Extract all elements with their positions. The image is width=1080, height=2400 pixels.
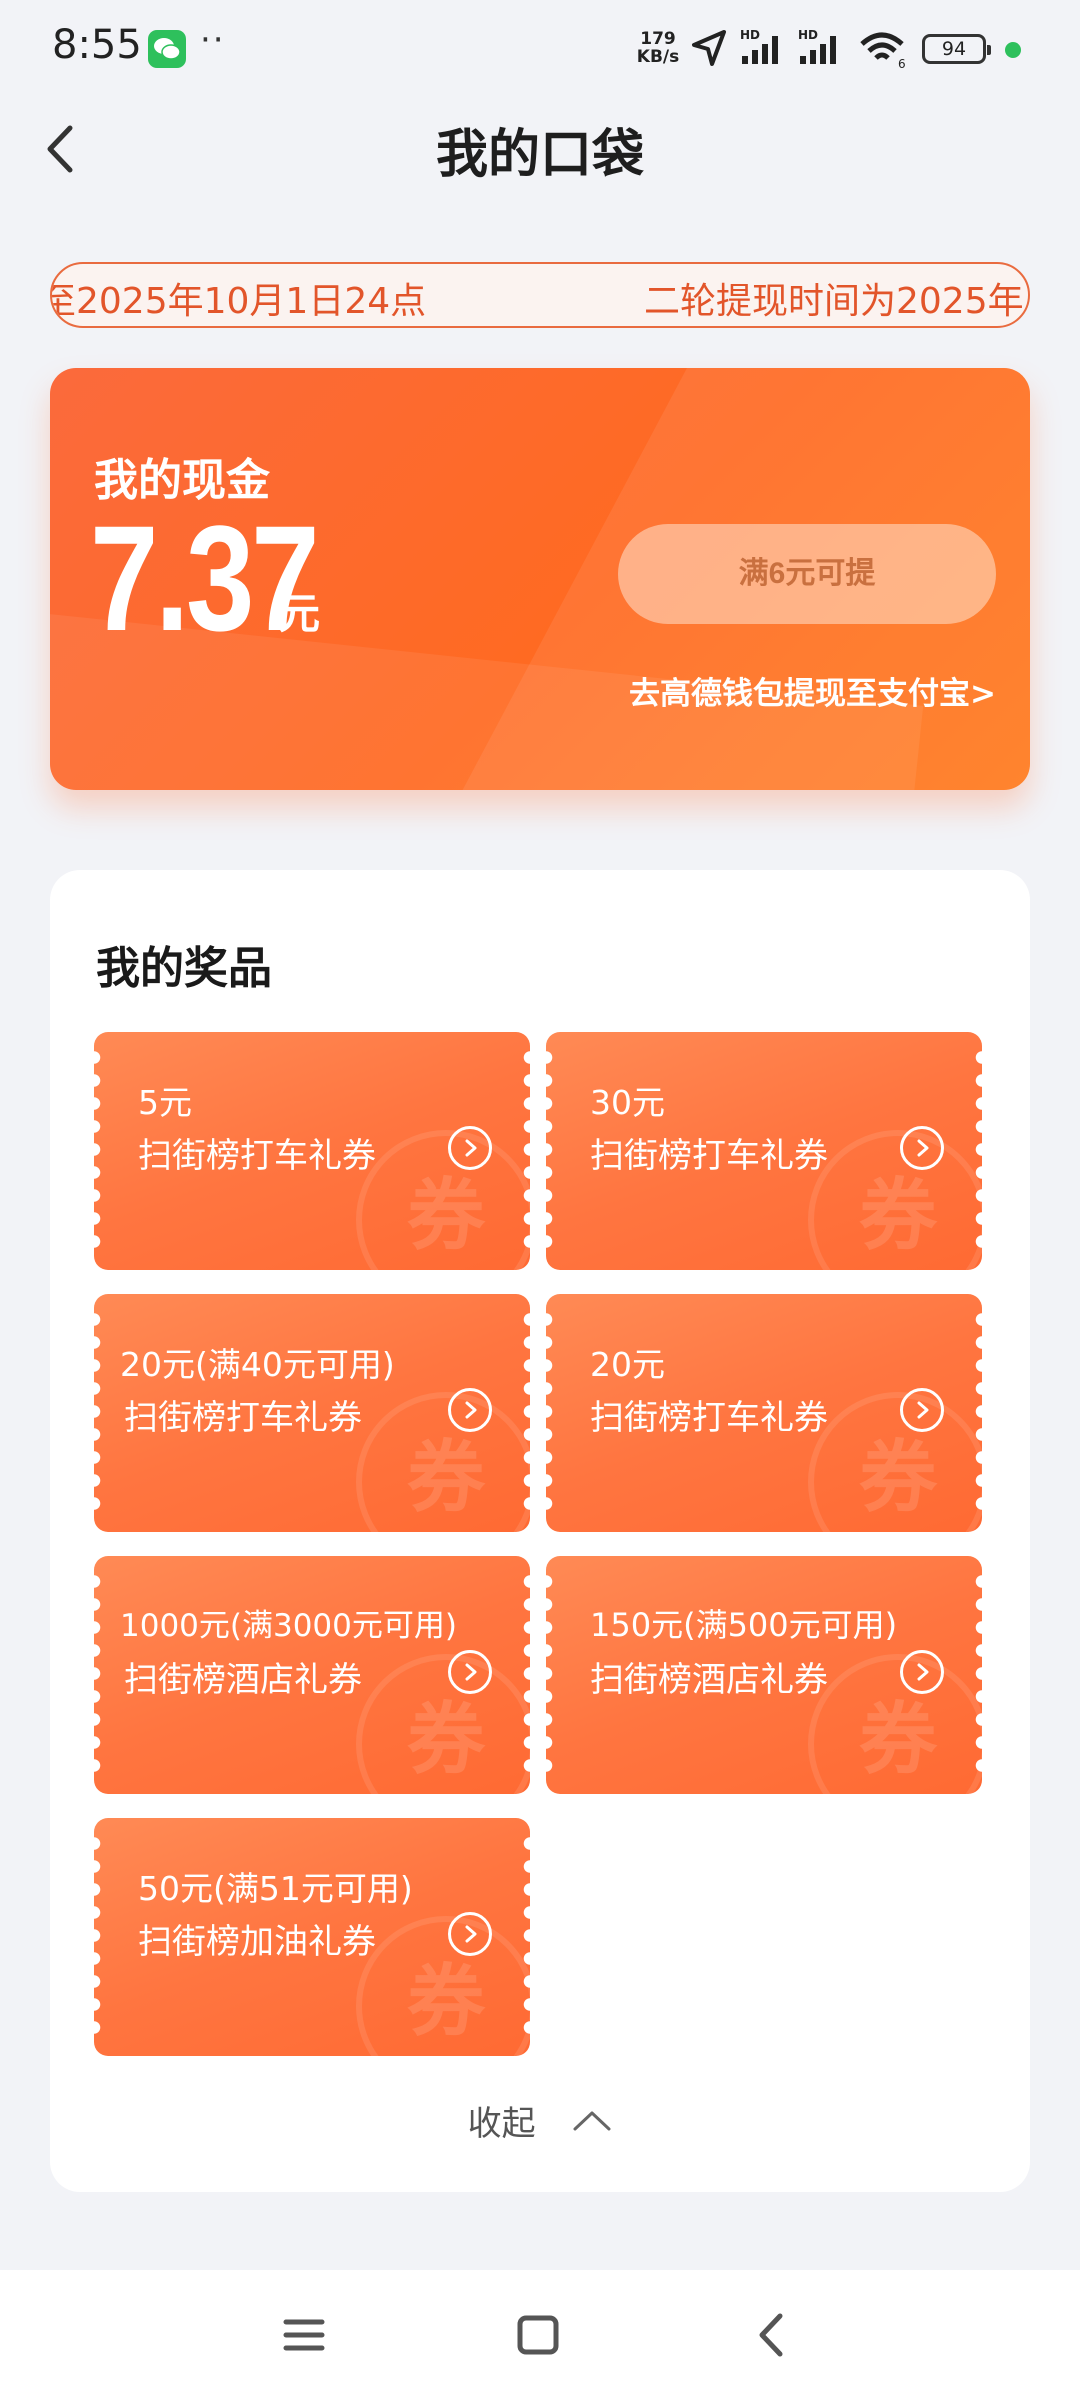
coupon-card[interactable]: 券 30元 扫街榜打车礼券	[546, 1032, 982, 1270]
coupon-amount: 50元(满51元可用)	[138, 1869, 413, 1908]
chevron-up-icon	[573, 2111, 611, 2130]
home-icon[interactable]	[514, 2310, 562, 2360]
net-speed-indicator: 179 KB/s	[636, 29, 680, 67]
coupon-card[interactable]: 券 5元 扫街榜打车礼券	[94, 1032, 530, 1270]
cash-unit: 元	[278, 589, 321, 638]
coupon-amount: 5元	[138, 1083, 192, 1122]
chevron-right-circle-icon[interactable]	[900, 1650, 944, 1694]
coupon-amount: 1000元(满3000元可用)	[120, 1608, 457, 1644]
coupon-stamp-icon: 券	[356, 1130, 530, 1270]
coupon-stamp-icon: 券	[808, 1130, 982, 1270]
notice-text-left: 至2025年10月1日24点	[50, 281, 427, 322]
status-bar: 8:55 ·· 179 KB/s HD HD 6 94	[0, 0, 1080, 96]
svg-text:HD: HD	[798, 28, 818, 42]
wechat-icon	[148, 30, 186, 68]
back-icon[interactable]	[748, 2310, 796, 2360]
signal-hd-icon: HD	[740, 28, 778, 64]
signal-hd-icon: HD	[798, 28, 836, 64]
collapse-button[interactable]: 收起	[50, 2096, 1030, 2145]
page-title: 我的口袋	[435, 125, 644, 185]
wallet-withdraw-link[interactable]: 去高德钱包提现至支付宝>	[629, 668, 996, 713]
chevron-right-circle-icon[interactable]	[448, 1126, 492, 1170]
location-arrow-icon	[692, 30, 726, 66]
chevron-right-circle-icon[interactable]	[448, 1650, 492, 1694]
chevron-right-circle-icon[interactable]	[900, 1126, 944, 1170]
coupon-card[interactable]: 券 20元(满40元可用) 扫街榜打车礼券	[94, 1294, 530, 1532]
prizes-section: 我的奖品 券 5元 扫街榜打车礼券 券 30元 扫街榜打车礼券 券 20元(满4…	[50, 870, 1030, 2192]
coupon-stamp-icon: 券	[356, 1916, 530, 2056]
prizes-title: 我的奖品	[96, 943, 272, 994]
coupon-amount: 150元(满500元可用)	[590, 1606, 898, 1644]
coupon-stamp-icon: 券	[356, 1392, 530, 1532]
withdraw-button[interactable]: 满6元可提	[618, 524, 996, 624]
chevron-right-circle-icon[interactable]	[448, 1912, 492, 1956]
coupon-name: 扫街榜酒店礼券	[124, 1660, 362, 1700]
coupon-amount: 20元(满40元可用)	[120, 1345, 395, 1384]
menu-icon[interactable]	[280, 2310, 328, 2360]
coupon-card[interactable]: 券 50元(满51元可用) 扫街榜加油礼券	[94, 1818, 530, 2056]
battery-icon: 94	[922, 34, 991, 64]
chevron-right-circle-icon[interactable]	[448, 1388, 492, 1432]
cash-card: 我的现金 7.37 元 满6元可提 去高德钱包提现至支付宝>	[50, 368, 1030, 790]
chevron-right-circle-icon[interactable]	[900, 1388, 944, 1432]
coupon-stamp-icon: 券	[808, 1654, 982, 1794]
wifi-icon: 6	[860, 32, 906, 70]
privacy-indicator-dot	[1005, 42, 1021, 58]
coupon-name: 扫街榜打车礼券	[590, 1136, 828, 1176]
coupon-name: 扫街榜打车礼券	[138, 1136, 376, 1176]
svg-text:6: 6	[898, 57, 906, 70]
coupon-stamp-icon: 券	[808, 1392, 982, 1532]
coupon-name: 扫街榜打车礼券	[124, 1398, 362, 1438]
notice-marquee: 至2025年10月1日24点 二轮提现时间为2025年	[50, 262, 1030, 328]
svg-text:HD: HD	[740, 28, 760, 42]
coupon-card[interactable]: 券 20元 扫街榜打车礼券	[546, 1294, 982, 1532]
status-time: 8:55	[52, 22, 142, 68]
notice-text-right: 二轮提现时间为2025年	[644, 281, 1024, 322]
system-nav-bar	[0, 2270, 1080, 2400]
coupon-amount: 20元	[590, 1345, 665, 1384]
coupon-name: 扫街榜加油礼券	[138, 1922, 376, 1962]
coupon-amount: 30元	[590, 1083, 665, 1122]
status-more-dots: ··	[200, 20, 226, 60]
coupon-name: 扫街榜酒店礼券	[590, 1660, 828, 1700]
coupon-card[interactable]: 券 1000元(满3000元可用) 扫街榜酒店礼券	[94, 1556, 530, 1794]
coupon-stamp-icon: 券	[356, 1654, 530, 1794]
coupon-name: 扫街榜打车礼券	[590, 1398, 828, 1438]
coupon-card[interactable]: 券 150元(满500元可用) 扫街榜酒店礼券	[546, 1556, 982, 1794]
collapse-label: 收起	[467, 2104, 536, 2144]
